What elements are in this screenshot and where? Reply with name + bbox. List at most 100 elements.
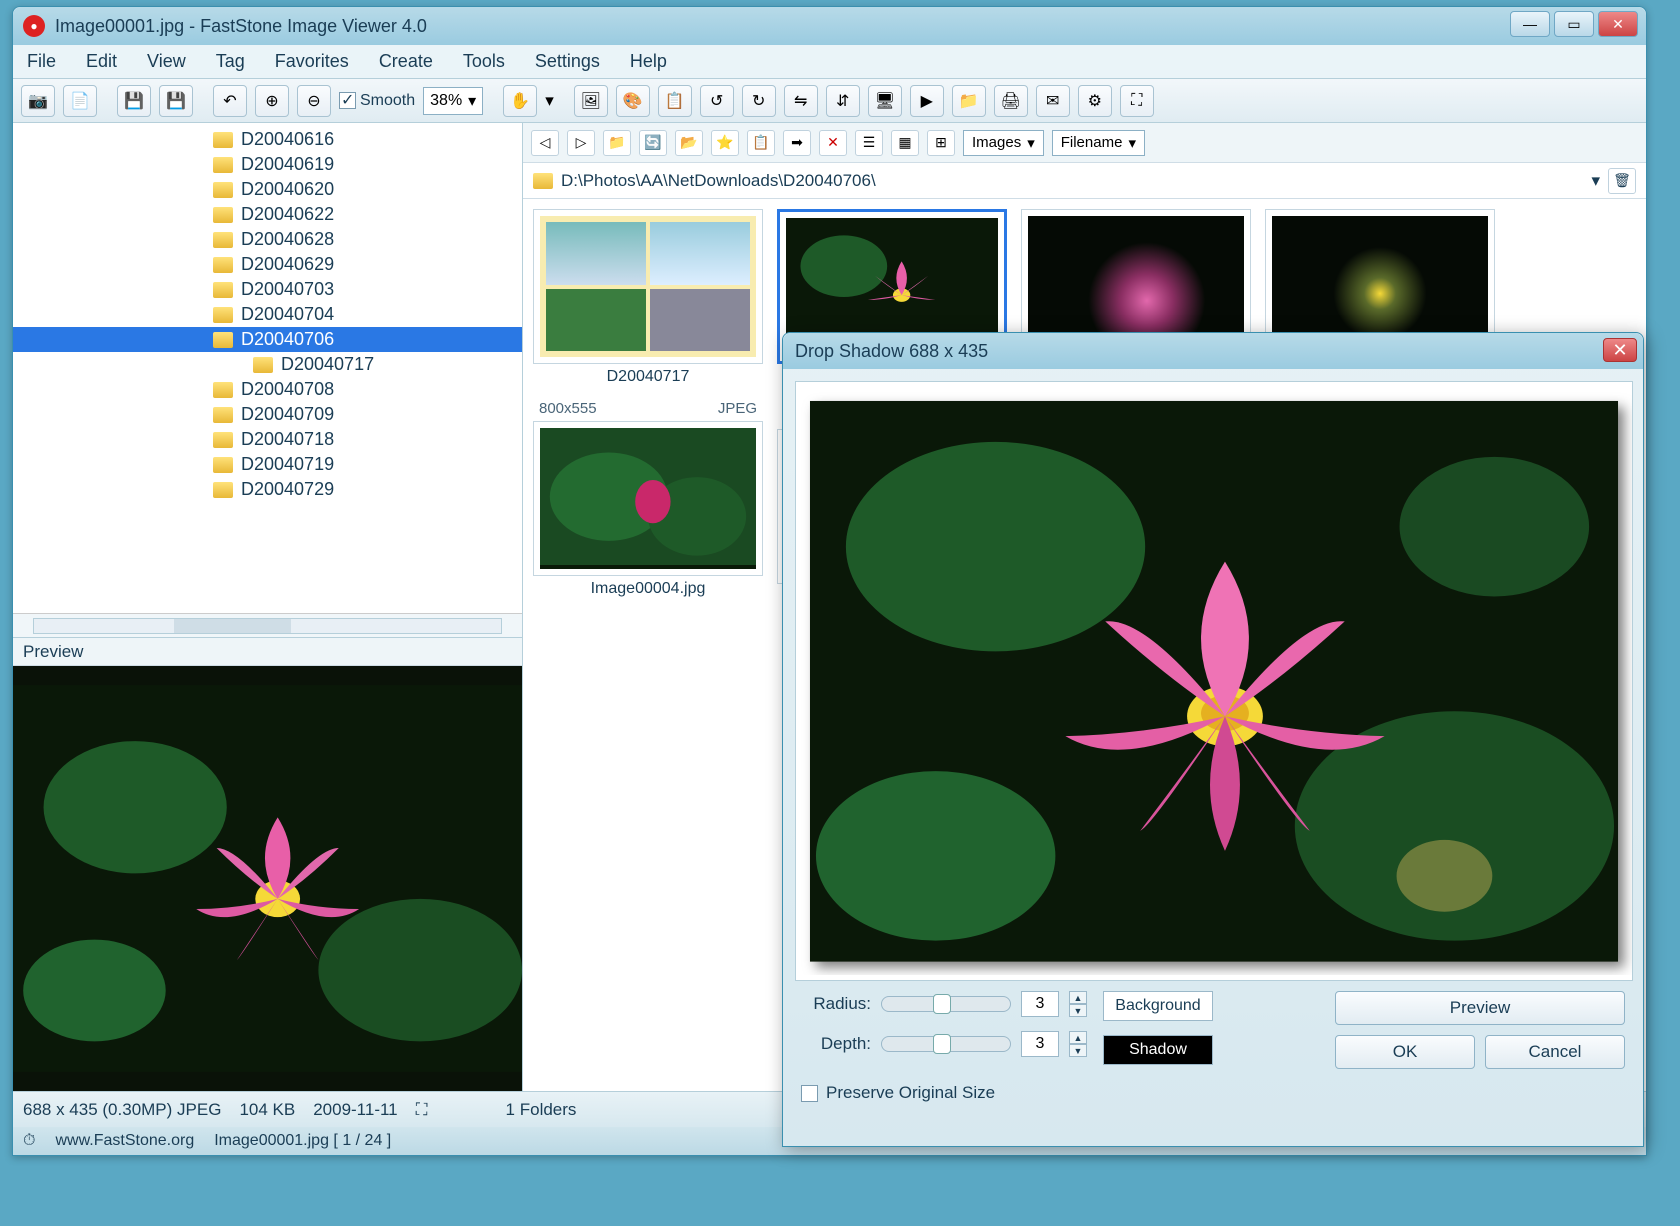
tree-item[interactable]: D20040622 — [13, 202, 522, 227]
tool-icon-3[interactable]: 📋 — [658, 85, 692, 117]
path-bar[interactable]: D:\Photos\AA\NetDownloads\D20040706\ ▾ 🗑 — [523, 163, 1646, 199]
fav-icon[interactable]: ⭐ — [711, 130, 739, 156]
cancel-button[interactable]: Cancel — [1485, 1035, 1625, 1069]
email-icon[interactable]: ✉ — [1036, 85, 1070, 117]
menu-edit[interactable]: Edit — [80, 49, 123, 74]
thumb-frame[interactable] — [533, 421, 763, 576]
chevron-down-icon[interactable]: ▾ — [1591, 171, 1600, 191]
zoom-combo[interactable]: 38%▾ — [423, 87, 483, 115]
ok-button[interactable]: OK — [1335, 1035, 1475, 1069]
preview-image[interactable] — [13, 666, 522, 1091]
maximize-button[interactable]: ▭ — [1554, 11, 1594, 37]
depth-slider[interactable] — [881, 1036, 1011, 1052]
tree-item[interactable]: D20040729 — [13, 477, 522, 502]
smooth-checkbox[interactable]: ✓ — [339, 92, 356, 109]
thumb-card[interactable]: 800x555JPEG Image00004.jpg — [533, 400, 763, 606]
fullscreen-icon[interactable]: ⛶ — [1120, 85, 1154, 117]
tree-item[interactable]: D20040629 — [13, 252, 522, 277]
tree-item[interactable]: D20040619 — [13, 152, 522, 177]
depth-down[interactable]: ▼ — [1069, 1044, 1087, 1057]
undo-icon[interactable]: ↶ — [213, 85, 247, 117]
tree-item[interactable]: D20040628 — [13, 227, 522, 252]
copy-icon[interactable]: 📋 — [747, 130, 775, 156]
move-icon[interactable]: ➡ — [783, 130, 811, 156]
chevron-down-icon[interactable]: ▾ — [545, 91, 554, 111]
screen-icon[interactable]: 🖥 — [868, 85, 902, 117]
thumb-card[interactable]: D20040717 — [533, 209, 763, 386]
folder-icon[interactable]: 📁 — [952, 85, 986, 117]
preview-button[interactable]: Preview — [1335, 991, 1625, 1025]
fullscreen-icon[interactable]: ⛶ — [416, 1100, 428, 1120]
refresh-icon[interactable]: 🔄 — [639, 130, 667, 156]
menu-tools[interactable]: Tools — [457, 49, 511, 74]
flip-h-icon[interactable]: ⇋ — [784, 85, 818, 117]
folder-tree[interactable]: D20040616 D20040619 D20040620 D20040622 … — [13, 123, 522, 613]
folder-icon — [213, 132, 233, 148]
radius-slider[interactable] — [881, 996, 1011, 1012]
menu-help[interactable]: Help — [624, 49, 673, 74]
background-swatch[interactable]: Background — [1103, 991, 1213, 1021]
preserve-checkbox[interactable] — [801, 1085, 818, 1102]
print-icon[interactable]: 🖨 — [994, 85, 1028, 117]
depth-input[interactable] — [1021, 1031, 1059, 1057]
tree-item-child[interactable]: D20040717 — [13, 352, 522, 377]
up-icon[interactable]: 📁 — [603, 130, 631, 156]
forward-icon[interactable]: ▷ — [567, 130, 595, 156]
zoomin-icon[interactable]: ⊕ — [255, 85, 289, 117]
slideshow-icon[interactable]: ▶ — [910, 85, 944, 117]
menu-settings[interactable]: Settings — [529, 49, 606, 74]
rotate-right-icon[interactable]: ↻ — [742, 85, 776, 117]
view1-icon[interactable]: ☰ — [855, 130, 883, 156]
folder-icon — [213, 157, 233, 173]
back-icon[interactable]: ◁ — [531, 130, 559, 156]
tree-scrollbar[interactable] — [13, 613, 522, 637]
hand-icon[interactable]: ✋ — [503, 85, 537, 117]
newfolder-icon[interactable]: 📂 — [675, 130, 703, 156]
smooth-toggle[interactable]: ✓ Smooth — [339, 92, 415, 110]
recycle-icon[interactable]: 🗑 — [1608, 168, 1636, 194]
menu-tag[interactable]: Tag — [210, 49, 251, 74]
dialog-close-button[interactable]: ✕ — [1603, 338, 1637, 362]
acquire-icon[interactable]: 📷 — [21, 85, 55, 117]
preview-pane: Preview — [13, 637, 522, 1091]
depth-up[interactable]: ▲ — [1069, 1031, 1087, 1044]
tree-item[interactable]: D20040703 — [13, 277, 522, 302]
tree-item[interactable]: D20040620 — [13, 177, 522, 202]
close-button[interactable]: ✕ — [1598, 11, 1638, 37]
tree-item[interactable]: D20040708 — [13, 377, 522, 402]
view2-icon[interactable]: ▦ — [891, 130, 919, 156]
menu-create[interactable]: Create — [373, 49, 439, 74]
tree-item[interactable]: D20040718 — [13, 427, 522, 452]
smooth-label: Smooth — [360, 92, 415, 110]
radius-input[interactable] — [1021, 991, 1059, 1017]
sort-combo[interactable]: Filename▾ — [1052, 130, 1145, 156]
new-icon[interactable]: 📄 — [63, 85, 97, 117]
flip-v-icon[interactable]: ⇵ — [826, 85, 860, 117]
tree-item[interactable]: D20040704 — [13, 302, 522, 327]
settings-icon[interactable]: ⚙ — [1078, 85, 1112, 117]
rotate-left-icon[interactable]: ↺ — [700, 85, 734, 117]
tool-icon-1[interactable]: 🖼 — [574, 85, 608, 117]
url-text[interactable]: www.FastStone.org — [55, 1132, 194, 1150]
preserve-row[interactable]: Preserve Original Size — [795, 1079, 1631, 1107]
menu-view[interactable]: View — [141, 49, 192, 74]
save-icon[interactable]: 💾 — [117, 85, 151, 117]
menu-favorites[interactable]: Favorites — [269, 49, 355, 74]
dialog-titlebar[interactable]: Drop Shadow 688 x 435 ✕ — [783, 333, 1643, 369]
tree-item[interactable]: D20040709 — [13, 402, 522, 427]
radius-down[interactable]: ▼ — [1069, 1004, 1087, 1017]
radius-up[interactable]: ▲ — [1069, 991, 1087, 1004]
shadow-swatch[interactable]: Shadow — [1103, 1035, 1213, 1065]
thumb-frame[interactable] — [533, 209, 763, 364]
zoomout-icon[interactable]: ⊖ — [297, 85, 331, 117]
tree-item[interactable]: D20040719 — [13, 452, 522, 477]
tool-icon-2[interactable]: 🎨 — [616, 85, 650, 117]
saveas-icon[interactable]: 💾 — [159, 85, 193, 117]
tree-item-selected[interactable]: D20040706 — [13, 327, 522, 352]
tree-item[interactable]: D20040616 — [13, 127, 522, 152]
menu-file[interactable]: File — [21, 49, 62, 74]
view3-icon[interactable]: ⊞ — [927, 130, 955, 156]
filter-combo[interactable]: Images▾ — [963, 130, 1044, 156]
minimize-button[interactable]: — — [1510, 11, 1550, 37]
delete-icon[interactable]: ✕ — [819, 130, 847, 156]
